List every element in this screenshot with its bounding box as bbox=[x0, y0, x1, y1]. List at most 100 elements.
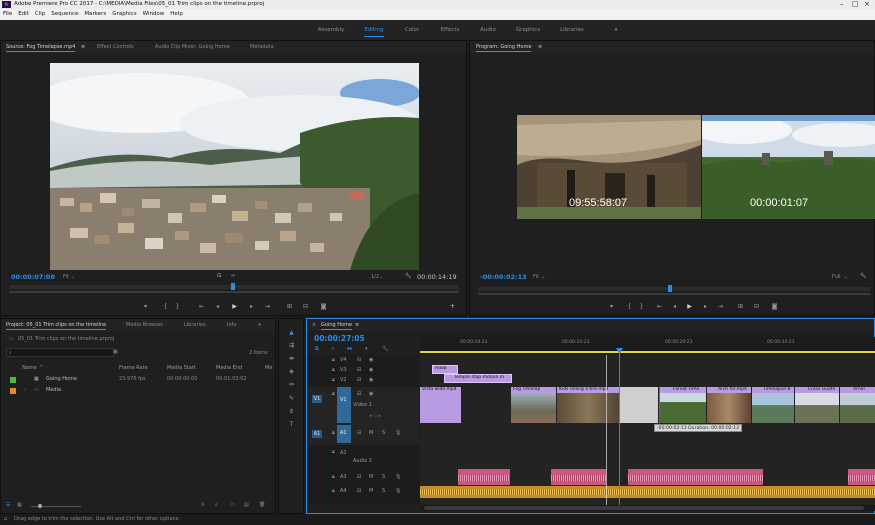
source-settings-wrench-icon[interactable]: 🔧︎ bbox=[405, 273, 411, 279]
menu-help[interactable]: Help bbox=[170, 9, 183, 20]
selection-tool-icon[interactable]: ▲ bbox=[287, 329, 296, 337]
menu-markers[interactable]: Markers bbox=[84, 9, 106, 20]
hand-tool-icon[interactable]: ✋︎ bbox=[287, 408, 296, 416]
find-icon[interactable]: ⌕ bbox=[215, 502, 218, 508]
track-target-v1[interactable]: V1 bbox=[337, 387, 351, 423]
program-playhead[interactable] bbox=[668, 285, 672, 292]
razor-tool-icon[interactable]: ◈ bbox=[287, 368, 296, 376]
source-add-marker-icon[interactable]: ▾ bbox=[141, 303, 150, 311]
audio-clip[interactable] bbox=[848, 469, 875, 485]
source-mark-icon[interactable]: ⊡ bbox=[217, 273, 221, 279]
workspace-assembly[interactable]: Assembly bbox=[312, 20, 350, 40]
track-lock-icon[interactable]: 🔒︎ bbox=[332, 449, 335, 455]
source-go-to-out-icon[interactable]: ⇥ bbox=[263, 303, 272, 311]
timeline-clip[interactable]: Forest Time bbox=[659, 387, 706, 423]
timeline-clip[interactable]: Timelapse B bbox=[752, 387, 794, 423]
sort-ascending-icon[interactable]: ^ bbox=[39, 365, 43, 371]
source-fit-select[interactable]: Fit bbox=[63, 274, 69, 280]
solo-track-button[interactable]: S bbox=[382, 430, 385, 436]
project-row-going-home[interactable]: ▦ Going Home 23.976 fps 00:00:00:00 00:0… bbox=[1, 375, 277, 385]
toggle-output-eye-icon[interactable]: ◉ bbox=[369, 391, 373, 397]
mute-track-button[interactable]: M bbox=[369, 430, 373, 436]
sync-lock-icon[interactable]: ⊟ bbox=[357, 357, 361, 363]
source-mark-out-icon[interactable]: } bbox=[173, 303, 182, 311]
tab-libraries[interactable]: Libraries bbox=[184, 319, 206, 331]
voice-over-mic-icon[interactable]: 🎙︎ bbox=[395, 488, 401, 494]
icon-view-icon[interactable]: ▦ bbox=[17, 502, 22, 508]
program-add-marker-icon[interactable]: ▾ bbox=[607, 303, 616, 311]
program-export-frame-camera-icon[interactable]: ◙ bbox=[770, 303, 779, 311]
minimize-icon[interactable]: – bbox=[840, 0, 844, 9]
solo-track-button[interactable]: S bbox=[382, 488, 385, 494]
type-tool-icon[interactable]: T bbox=[287, 421, 296, 429]
timeline-clip[interactable]: Fog Timelap bbox=[511, 387, 556, 423]
disclosure-triangle-icon[interactable]: › bbox=[24, 387, 26, 393]
track-lock-icon[interactable]: 🔒︎ bbox=[332, 357, 335, 363]
track-label-a2[interactable]: A2 bbox=[340, 450, 347, 456]
timeline-close-icon[interactable]: × bbox=[312, 319, 316, 331]
timeline-horizontal-scrollbar[interactable] bbox=[420, 505, 875, 511]
workspace-editing[interactable]: Editing bbox=[364, 20, 384, 40]
timeline-clip[interactable]: Cross Guate bbox=[795, 387, 839, 423]
voice-over-mic-icon[interactable]: 🎙︎ bbox=[395, 474, 401, 480]
sync-lock-icon[interactable]: ⊟ bbox=[357, 377, 361, 383]
timeline-time-ruler[interactable]: 00:00:19:23 00:00:24:23 00:00:29:23 00:0… bbox=[420, 337, 875, 355]
program-playback-resolution[interactable]: Full bbox=[832, 274, 841, 280]
timeline-scrollbar-thumb[interactable] bbox=[424, 506, 864, 510]
track-lock-icon[interactable]: 🔒︎ bbox=[332, 474, 335, 480]
tab-program[interactable]: Program: Going Home bbox=[476, 41, 532, 53]
program-resolution-chevron-down-icon[interactable]: ⌄ bbox=[844, 274, 848, 280]
workspace-graphics[interactable]: Graphics bbox=[514, 20, 542, 40]
timeline-current-timecode[interactable]: 00:00:27:05 bbox=[314, 334, 365, 343]
program-step-forward-icon[interactable]: ▸ bbox=[701, 303, 710, 311]
pen-tool-icon[interactable]: ✎ bbox=[287, 395, 296, 403]
source-go-to-in-icon[interactable]: ⇤ bbox=[197, 303, 206, 311]
maximize-icon[interactable]: □ bbox=[852, 0, 859, 9]
voice-over-mic-icon[interactable]: 🎙︎ bbox=[395, 430, 401, 436]
project-search-input[interactable]: ⌕ bbox=[6, 348, 114, 357]
program-go-to-out-icon[interactable]: ⇥ bbox=[716, 303, 725, 311]
timeline-track-area[interactable]: Adob Temple stop motion.m Vista wide.mp4… bbox=[420, 348, 875, 505]
track-label-v2[interactable]: V2 bbox=[340, 377, 347, 383]
source-play-icon[interactable]: ▶ bbox=[230, 303, 239, 311]
source-resolution-chevron-down-icon[interactable]: ⌄ bbox=[379, 274, 383, 280]
sync-lock-icon[interactable]: ⊟ bbox=[357, 474, 361, 480]
toggle-output-eye-icon[interactable]: ◉ bbox=[369, 367, 373, 373]
column-header-frame-rate[interactable]: Frame Rate bbox=[119, 365, 148, 371]
timeline-clip[interactable]: Kids rolling a tire.mp4 bbox=[557, 387, 620, 423]
source-insert-icon[interactable]: ⊞ bbox=[285, 303, 294, 311]
menu-graphics[interactable]: Graphics bbox=[112, 9, 136, 20]
track-lock-icon[interactable]: 🔒︎ bbox=[332, 377, 335, 383]
program-fit-chevron-down-icon[interactable]: ⌄ bbox=[541, 274, 545, 280]
program-zoom-scrollbar[interactable] bbox=[478, 293, 870, 295]
source-overwrite-icon[interactable]: ⊟ bbox=[301, 303, 310, 311]
work-area-bar[interactable] bbox=[420, 351, 875, 353]
program-step-back-icon[interactable]: ◂ bbox=[670, 303, 679, 311]
menu-edit[interactable]: Edit bbox=[18, 9, 29, 20]
workspace-libraries[interactable]: Libraries bbox=[558, 20, 586, 40]
clear-trash-icon[interactable]: 🗑︎ bbox=[259, 502, 265, 508]
tab-timeline-going-home[interactable]: Going Home bbox=[321, 319, 353, 331]
program-fit-select[interactable]: Fit bbox=[533, 274, 539, 280]
audio-clip[interactable] bbox=[458, 469, 510, 485]
menu-window[interactable]: Window bbox=[143, 9, 165, 20]
program-current-timecode[interactable]: -00:00:02:13 bbox=[480, 273, 527, 281]
column-header-media-duration[interactable]: Me bbox=[265, 365, 272, 371]
close-icon[interactable]: × bbox=[864, 0, 870, 9]
track-label-a4[interactable]: A4 bbox=[340, 488, 347, 494]
trim-edit-line[interactable] bbox=[606, 355, 607, 505]
source-patch-a1[interactable]: A1 bbox=[312, 430, 322, 438]
menu-clip[interactable]: Clip bbox=[35, 9, 45, 20]
project-row-media-bin[interactable]: › ▭ Media bbox=[1, 386, 277, 396]
thumbnail-size-slider-handle[interactable] bbox=[38, 504, 42, 508]
add-marker-icon[interactable]: ▾ bbox=[365, 346, 368, 352]
timeline-clip-v2[interactable]: Temple stop motion.m bbox=[444, 374, 512, 383]
source-export-frame-camera-icon[interactable]: ◙ bbox=[319, 303, 328, 311]
source-button-editor-plus-icon[interactable]: + bbox=[448, 303, 457, 311]
program-extract-icon[interactable]: ⊟ bbox=[752, 303, 761, 311]
track-target-a1[interactable]: A1 bbox=[337, 425, 351, 443]
source-zoom-scrollbar[interactable] bbox=[9, 291, 459, 293]
program-time-ruler[interactable] bbox=[478, 287, 870, 291]
track-label-a3[interactable]: A3 bbox=[340, 474, 347, 480]
audio-clip[interactable] bbox=[551, 469, 606, 485]
